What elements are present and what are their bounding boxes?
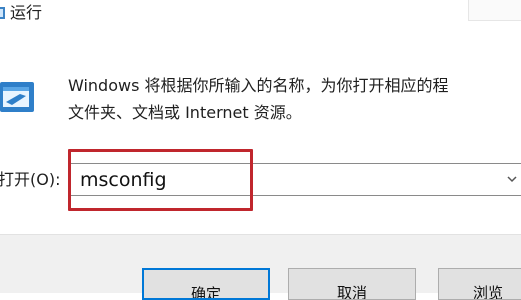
title-bar: 运行 (0, 0, 521, 38)
dialog-description: Windows 将根据你所输入的名称，为你打开相应的程 文件夹、文档或 Inte… (68, 72, 521, 126)
ok-button-label: 确定 (190, 285, 221, 300)
open-field-label: 打开(O): (0, 170, 61, 189)
ok-button[interactable]: 确定 (142, 268, 270, 300)
description-line-2: 文件夹、文档或 Internet 资源。 (68, 103, 302, 122)
run-dialog: 运行 Windows 将根据你所输入的名称，为你打开相应的程 文件夹、文档或 I… (0, 0, 521, 300)
cancel-button-label: 取消 (336, 284, 367, 300)
description-line-1: Windows 将根据你所输入的名称，为你打开相应的程 (68, 76, 449, 95)
browse-button[interactable]: 浏览 (438, 268, 521, 300)
highlight-annotation (68, 149, 253, 211)
run-program-icon (0, 82, 34, 112)
window-title: 运行 (10, 3, 43, 22)
chevron-down-icon[interactable] (505, 168, 519, 190)
run-dialog-icon (0, 7, 5, 19)
browse-button-label: 浏览 (472, 284, 503, 300)
cancel-button[interactable]: 取消 (288, 268, 416, 300)
title-bar-controls[interactable] (468, 0, 521, 21)
